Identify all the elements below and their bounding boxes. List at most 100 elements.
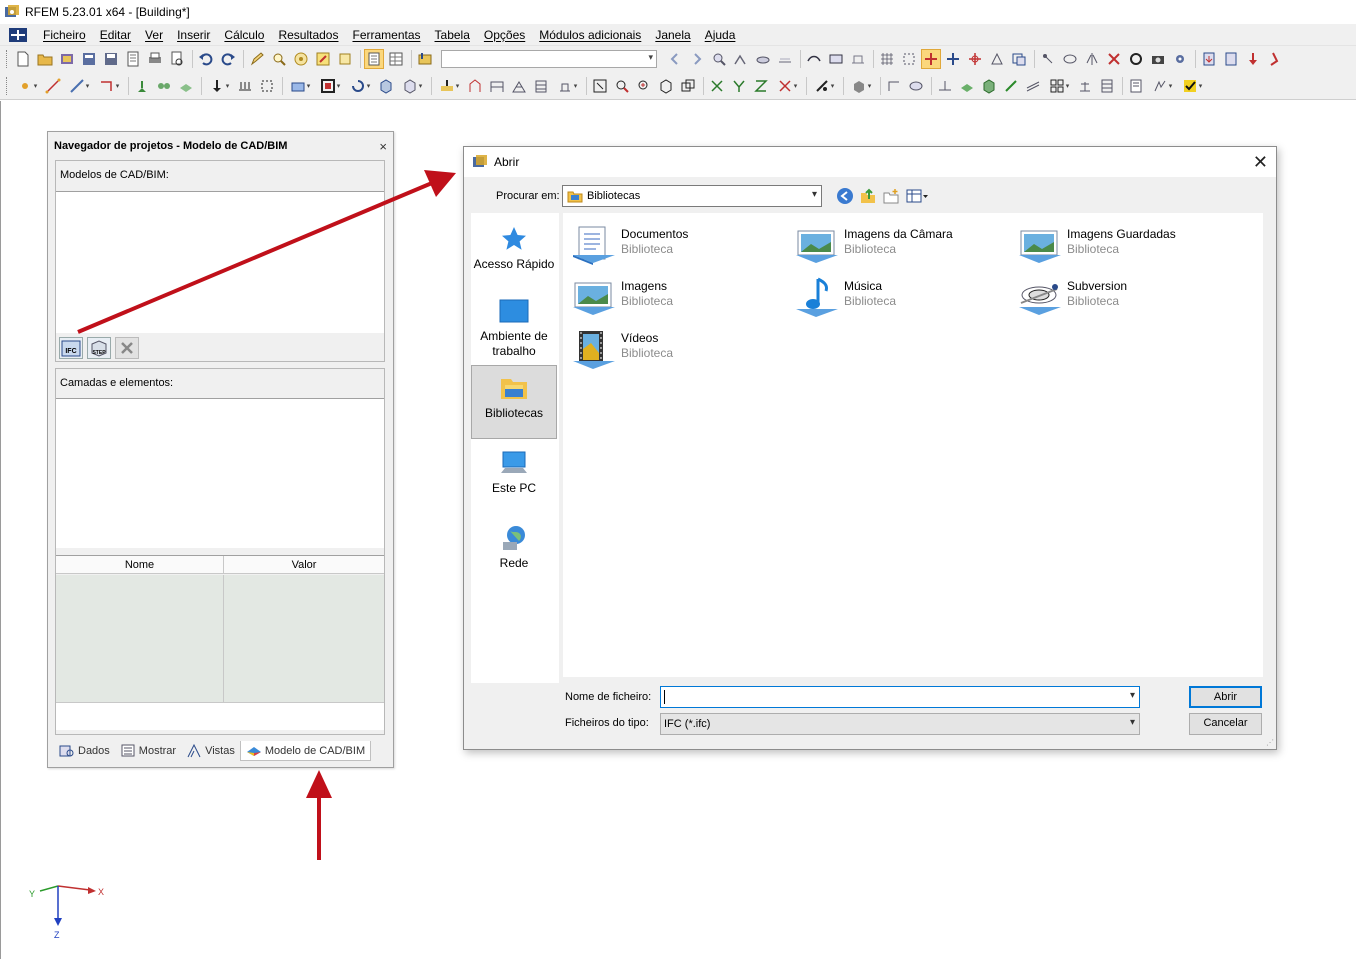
toolbar-grip[interactable]: [6, 76, 9, 95]
edit-pen-icon[interactable]: [247, 49, 267, 69]
library-item[interactable]: Documentos Biblioteca: [571, 225, 688, 267]
column-header-nome[interactable]: Nome: [56, 556, 224, 573]
color-scale-dropdown-icon[interactable]: [1178, 76, 1206, 96]
result-values-icon[interactable]: [775, 49, 795, 69]
building-icon[interactable]: [531, 76, 551, 96]
guide-line-icon[interactable]: [935, 76, 955, 96]
menu-ficheiro[interactable]: Ficheiro: [36, 28, 93, 42]
save-icon[interactable]: [101, 49, 121, 69]
menu-inserir[interactable]: Inserir: [170, 28, 217, 42]
grid-icon[interactable]: [877, 49, 897, 69]
target-icon[interactable]: [291, 49, 311, 69]
surface-dropdown-icon[interactable]: [286, 76, 314, 96]
node-dropdown-icon[interactable]: [13, 76, 41, 96]
tab-dados[interactable]: Dados: [54, 741, 115, 761]
load-red-icon[interactable]: [1243, 49, 1263, 69]
document-window-icon[interactable]: [8, 27, 28, 43]
generator-dropdown-icon[interactable]: [553, 76, 581, 96]
highlight-icon[interactable]: [313, 49, 333, 69]
place-este-pc[interactable]: Este PC: [471, 449, 557, 496]
open-button[interactable]: Abrir: [1189, 686, 1262, 708]
results-icon[interactable]: [709, 49, 729, 69]
library-item[interactable]: Imagens Guardadas Biblioteca: [1017, 225, 1176, 267]
frame-icon[interactable]: [335, 49, 355, 69]
rotate-dropdown-icon[interactable]: [346, 76, 374, 96]
hinge-icon[interactable]: [154, 76, 174, 96]
imperfection-icon[interactable]: [465, 76, 485, 96]
import-step-button[interactable]: STEP: [87, 337, 111, 359]
member-dropdown-icon[interactable]: [65, 76, 93, 96]
menu-ferramentas[interactable]: Ferramentas: [345, 28, 427, 42]
next-icon[interactable]: [687, 49, 707, 69]
comment-icon[interactable]: [906, 76, 926, 96]
solid-icon[interactable]: [376, 76, 396, 96]
tab-modelo-cad-bim[interactable]: Modelo de CAD/BIM: [239, 741, 372, 761]
library-item[interactable]: Imagens da Câmara Biblioteca: [794, 225, 953, 267]
chevron-down-icon[interactable]: ▾: [1130, 690, 1135, 701]
dimension-icon[interactable]: [884, 76, 904, 96]
support-icon[interactable]: [132, 76, 152, 96]
place-ambiente-de-trabalho[interactable]: Ambiente de trabalho: [471, 297, 557, 359]
open-project-icon[interactable]: [57, 49, 77, 69]
snap-icon[interactable]: [899, 49, 919, 69]
menu-opcoes[interactable]: Opções: [477, 28, 532, 42]
place-acesso-rapido[interactable]: Acesso Rápido: [471, 225, 557, 272]
up-folder-icon[interactable]: [859, 187, 877, 205]
clipping-icon[interactable]: [1001, 76, 1021, 96]
ortho-icon[interactable]: [943, 49, 963, 69]
iso-view-icon[interactable]: [656, 76, 676, 96]
deformation-icon[interactable]: [804, 49, 824, 69]
frame-structure-icon[interactable]: [487, 76, 507, 96]
load-case-select[interactable]: [441, 50, 657, 68]
settings-icon[interactable]: [1170, 49, 1190, 69]
values-icon[interactable]: [731, 49, 751, 69]
redo-icon[interactable]: [218, 49, 238, 69]
stories-icon[interactable]: [1097, 76, 1117, 96]
previous-icon[interactable]: [665, 49, 685, 69]
library-item[interactable]: Subversion Biblioteca: [1017, 277, 1127, 319]
surface-support-icon[interactable]: [176, 76, 196, 96]
dxf-icon[interactable]: [1009, 49, 1029, 69]
toolbar-grip[interactable]: [6, 50, 9, 68]
wall-icon[interactable]: [1075, 76, 1095, 96]
menu-editar[interactable]: Editar: [93, 28, 138, 42]
load-nodal-dropdown-icon[interactable]: [205, 76, 233, 96]
line-icon[interactable]: [43, 76, 63, 96]
truss-icon[interactable]: [509, 76, 529, 96]
view-dropdown-icon[interactable]: [398, 76, 426, 96]
export-icon[interactable]: [1199, 49, 1219, 69]
undo-icon[interactable]: [196, 49, 216, 69]
filename-input[interactable]: ▾: [660, 686, 1140, 708]
resize-grip-icon[interactable]: ⋰: [1266, 738, 1274, 747]
object-snap-icon[interactable]: [965, 49, 985, 69]
place-bibliotecas[interactable]: Bibliotecas: [471, 365, 557, 439]
visibility-dropdown-icon[interactable]: [847, 76, 875, 96]
polyline-dropdown-icon[interactable]: [95, 76, 123, 96]
view-iso-dropdown-icon[interactable]: [773, 76, 801, 96]
library-item[interactable]: Vídeos Biblioteca: [571, 329, 673, 371]
file-list-view[interactable]: Documentos Biblioteca Imagens da Câmara Bi…: [563, 213, 1263, 677]
line-load-icon[interactable]: [257, 76, 277, 96]
copy-view-icon[interactable]: [678, 76, 698, 96]
delete-model-button[interactable]: [115, 337, 139, 359]
menu-modulos-adicionais[interactable]: Módulos adicionais: [532, 28, 648, 42]
close-icon[interactable]: ✕: [1253, 152, 1268, 173]
show-results-icon[interactable]: [753, 49, 773, 69]
view-x-icon[interactable]: [707, 76, 727, 96]
new-folder-icon[interactable]: [882, 187, 900, 205]
view-y-icon[interactable]: [729, 76, 749, 96]
cancel-button[interactable]: Cancelar: [1189, 713, 1262, 735]
open-folder-icon[interactable]: [35, 49, 55, 69]
select-icon[interactable]: [590, 76, 610, 96]
menu-ver[interactable]: Ver: [138, 28, 170, 42]
column-header-valor[interactable]: Valor: [224, 556, 384, 573]
import-ifc-button[interactable]: IFC: [59, 337, 83, 359]
snap-active-icon[interactable]: [921, 49, 941, 69]
view-menu-icon[interactable]: [905, 187, 929, 205]
plane-icon[interactable]: [957, 76, 977, 96]
load-arrow-icon[interactable]: [1265, 49, 1285, 69]
node-icon[interactable]: [1038, 49, 1058, 69]
tab-mostrar[interactable]: Mostrar: [115, 741, 181, 761]
camera-icon[interactable]: [1148, 49, 1168, 69]
place-rede[interactable]: Rede: [471, 524, 557, 571]
